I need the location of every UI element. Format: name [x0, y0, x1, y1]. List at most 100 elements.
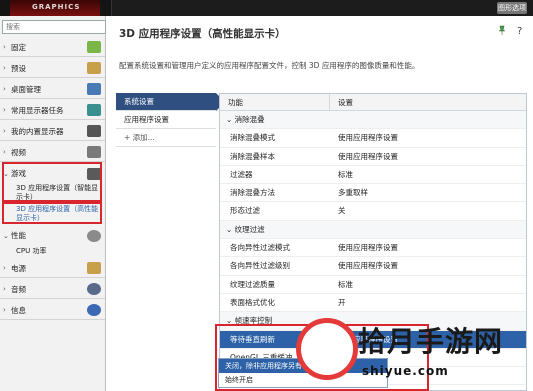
pin-icon[interactable] [497, 25, 507, 35]
table-row[interactable]: 各向异性过滤级别 使用应用程序设置 [220, 257, 526, 276]
chevron-right-icon: › [3, 285, 6, 293]
sidebar-item-label: 桌面管理 [11, 84, 41, 94]
feature-cell: 过滤器 [230, 169, 253, 179]
watermark-url: shiyue.com [362, 364, 449, 378]
column-header-feature: 功能 [220, 94, 330, 110]
chevron-right-icon: › [3, 127, 6, 135]
chevron-right-icon: › [3, 43, 6, 51]
tab-system-settings[interactable]: 系统设置 [116, 93, 225, 111]
setting-cell[interactable]: 使用应用程序设置 [330, 239, 398, 256]
column-header-setting: 设置 [338, 98, 353, 107]
feature-cell: 各向异性过滤模式 [230, 243, 290, 253]
setting-cell[interactable]: 关 [330, 202, 346, 219]
table-row[interactable]: 消除混叠方法 多重取样 [220, 184, 526, 203]
amd-logo: GRAPHICS [0, 0, 112, 16]
chevron-right-icon: › [3, 148, 6, 156]
sidebar-subitem-cpu-power[interactable]: CPU 功率 [0, 247, 105, 256]
setting-cell[interactable]: 开 [330, 294, 346, 311]
setting-cell[interactable]: 使用应用程序设置 [330, 148, 398, 165]
desktop-icon [87, 83, 101, 95]
chevron-right-icon: › [3, 64, 6, 72]
table-row[interactable]: 表面格式优化 开 [220, 294, 526, 313]
sidebar-item-label: 信息 [11, 305, 26, 315]
top-banner: GRAPHICS 图形选项 [0, 0, 533, 16]
options-button[interactable]: 图形选项 [497, 2, 527, 14]
table-header: 功能 设置 [220, 94, 526, 111]
pin-icon [87, 41, 101, 53]
settings-tabs: 系统设置 应用程序设置 + 添加... [116, 93, 225, 147]
chevron-right-icon: › [3, 106, 6, 114]
setting-cell[interactable]: 使用应用程序设置 [330, 129, 398, 146]
feature-cell: 形态过滤 [230, 206, 260, 216]
page-description: 配置系统设置和管理用户定义的应用程序配置文件，控制 3D 应用程序的图像质量和性… [119, 61, 420, 70]
help-icon[interactable]: ? [515, 25, 525, 35]
table-row[interactable]: 形态过滤 关 [220, 202, 526, 221]
battery-icon [87, 262, 101, 274]
sidebar-item-label: 性能 [11, 231, 26, 240]
feature-cell: 消除混叠样本 [230, 151, 275, 161]
group-row-texture-filtering[interactable]: ⌄ 纹理过滤 [220, 220, 526, 240]
watermark-title: 拾月手游网 [358, 325, 504, 358]
add-app-button[interactable]: + 添加... [116, 129, 216, 147]
table-row[interactable]: 消除混叠模式 使用应用程序设置 [220, 129, 526, 148]
sidebar-item-power[interactable]: › 电源 [0, 259, 105, 278]
feature-cell: 纹理过滤质量 [230, 279, 275, 289]
collapse-icon: ⌄ [226, 115, 235, 124]
highlight-box-gaming [2, 162, 102, 202]
presets-icon [87, 62, 101, 74]
chevron-right-icon: › [3, 264, 6, 272]
header-icons: ? [497, 25, 525, 35]
chevron-right-icon: › [3, 306, 6, 314]
feature-cell: 各向异性过滤级别 [230, 261, 290, 271]
sidebar-item-label: 常用显示器任务 [11, 105, 64, 115]
display-icon [87, 104, 101, 116]
search-input[interactable] [2, 20, 106, 34]
watermark-logo [296, 318, 358, 380]
video-icon [87, 146, 101, 158]
info-icon [87, 304, 101, 316]
setting-cell[interactable]: 标准 [330, 166, 353, 183]
setting-cell[interactable]: 标准 [330, 276, 353, 293]
page-title: 3D 应用程序设置（高性能显示卡） [119, 28, 286, 40]
logo-text: GRAPHICS [32, 3, 81, 11]
sidebar-item-label: 视频 [11, 147, 26, 157]
sidebar-item-label: 电源 [11, 263, 26, 273]
table-row[interactable]: 消除混叠样本 使用应用程序设置 [220, 148, 526, 166]
sidebar-item-presets[interactable]: › 预设 [0, 59, 105, 78]
watermark: 拾月手游网 shiyue.com [296, 318, 533, 391]
setting-cell[interactable]: 多重取样 [330, 184, 368, 201]
group-label: 消除混叠 [234, 115, 265, 124]
sidebar-item-info[interactable]: › 信息 [0, 301, 105, 320]
group-row-antialiasing[interactable]: ⌄ 消除混叠 [220, 111, 526, 130]
collapse-icon: ⌄ [226, 224, 235, 234]
table-row[interactable]: 纹理过滤质量 标准 [220, 276, 526, 294]
highlight-box-high-perf [2, 202, 102, 224]
svg-text:?: ? [517, 26, 522, 35]
laptop-icon [87, 125, 101, 137]
sidebar-item-audio[interactable]: › 音频 [0, 280, 105, 299]
sidebar-item-desktop[interactable]: › 桌面管理 [0, 80, 105, 99]
sidebar-item-performance[interactable]: ⌄ 性能 [0, 226, 105, 245]
sidebar-item-pinned[interactable]: › 固定 [0, 38, 105, 57]
tab-app-settings[interactable]: 应用程序设置 [116, 111, 216, 129]
feature-cell: 消除混叠方法 [230, 188, 275, 198]
table-row[interactable]: 过滤器 标准 [220, 166, 526, 185]
table-row[interactable]: 各向异性过滤模式 使用应用程序设置 [220, 239, 526, 258]
gauge-icon [87, 229, 101, 242]
search-row [2, 20, 132, 34]
sidebar-item-label: 音频 [11, 284, 26, 294]
setting-cell[interactable]: 使用应用程序设置 [330, 257, 398, 274]
sidebar-item-label: 固定 [11, 42, 26, 52]
feature-cell: 表面格式优化 [230, 297, 275, 307]
sidebar-item-display-tasks[interactable]: › 常用显示器任务 [0, 101, 105, 120]
sidebar-item-label: 我的内置显示器 [11, 126, 64, 136]
speaker-icon [87, 283, 101, 295]
feature-cell: 消除混叠模式 [230, 133, 275, 143]
sidebar-item-video[interactable]: › 视频 [0, 143, 105, 162]
group-label: 纹理过滤 [234, 224, 265, 234]
chevron-right-icon: › [3, 85, 6, 93]
sidebar-item-label: 预设 [11, 63, 26, 73]
sidebar-item-builtin-display[interactable]: › 我的内置显示器 [0, 122, 105, 141]
chevron-down-icon: ⌄ [3, 231, 9, 240]
sidebar: › 固定 › 预设 › 桌面管理 › 常用显示器任务 › 我的内置显示器 › 视… [0, 16, 132, 391]
